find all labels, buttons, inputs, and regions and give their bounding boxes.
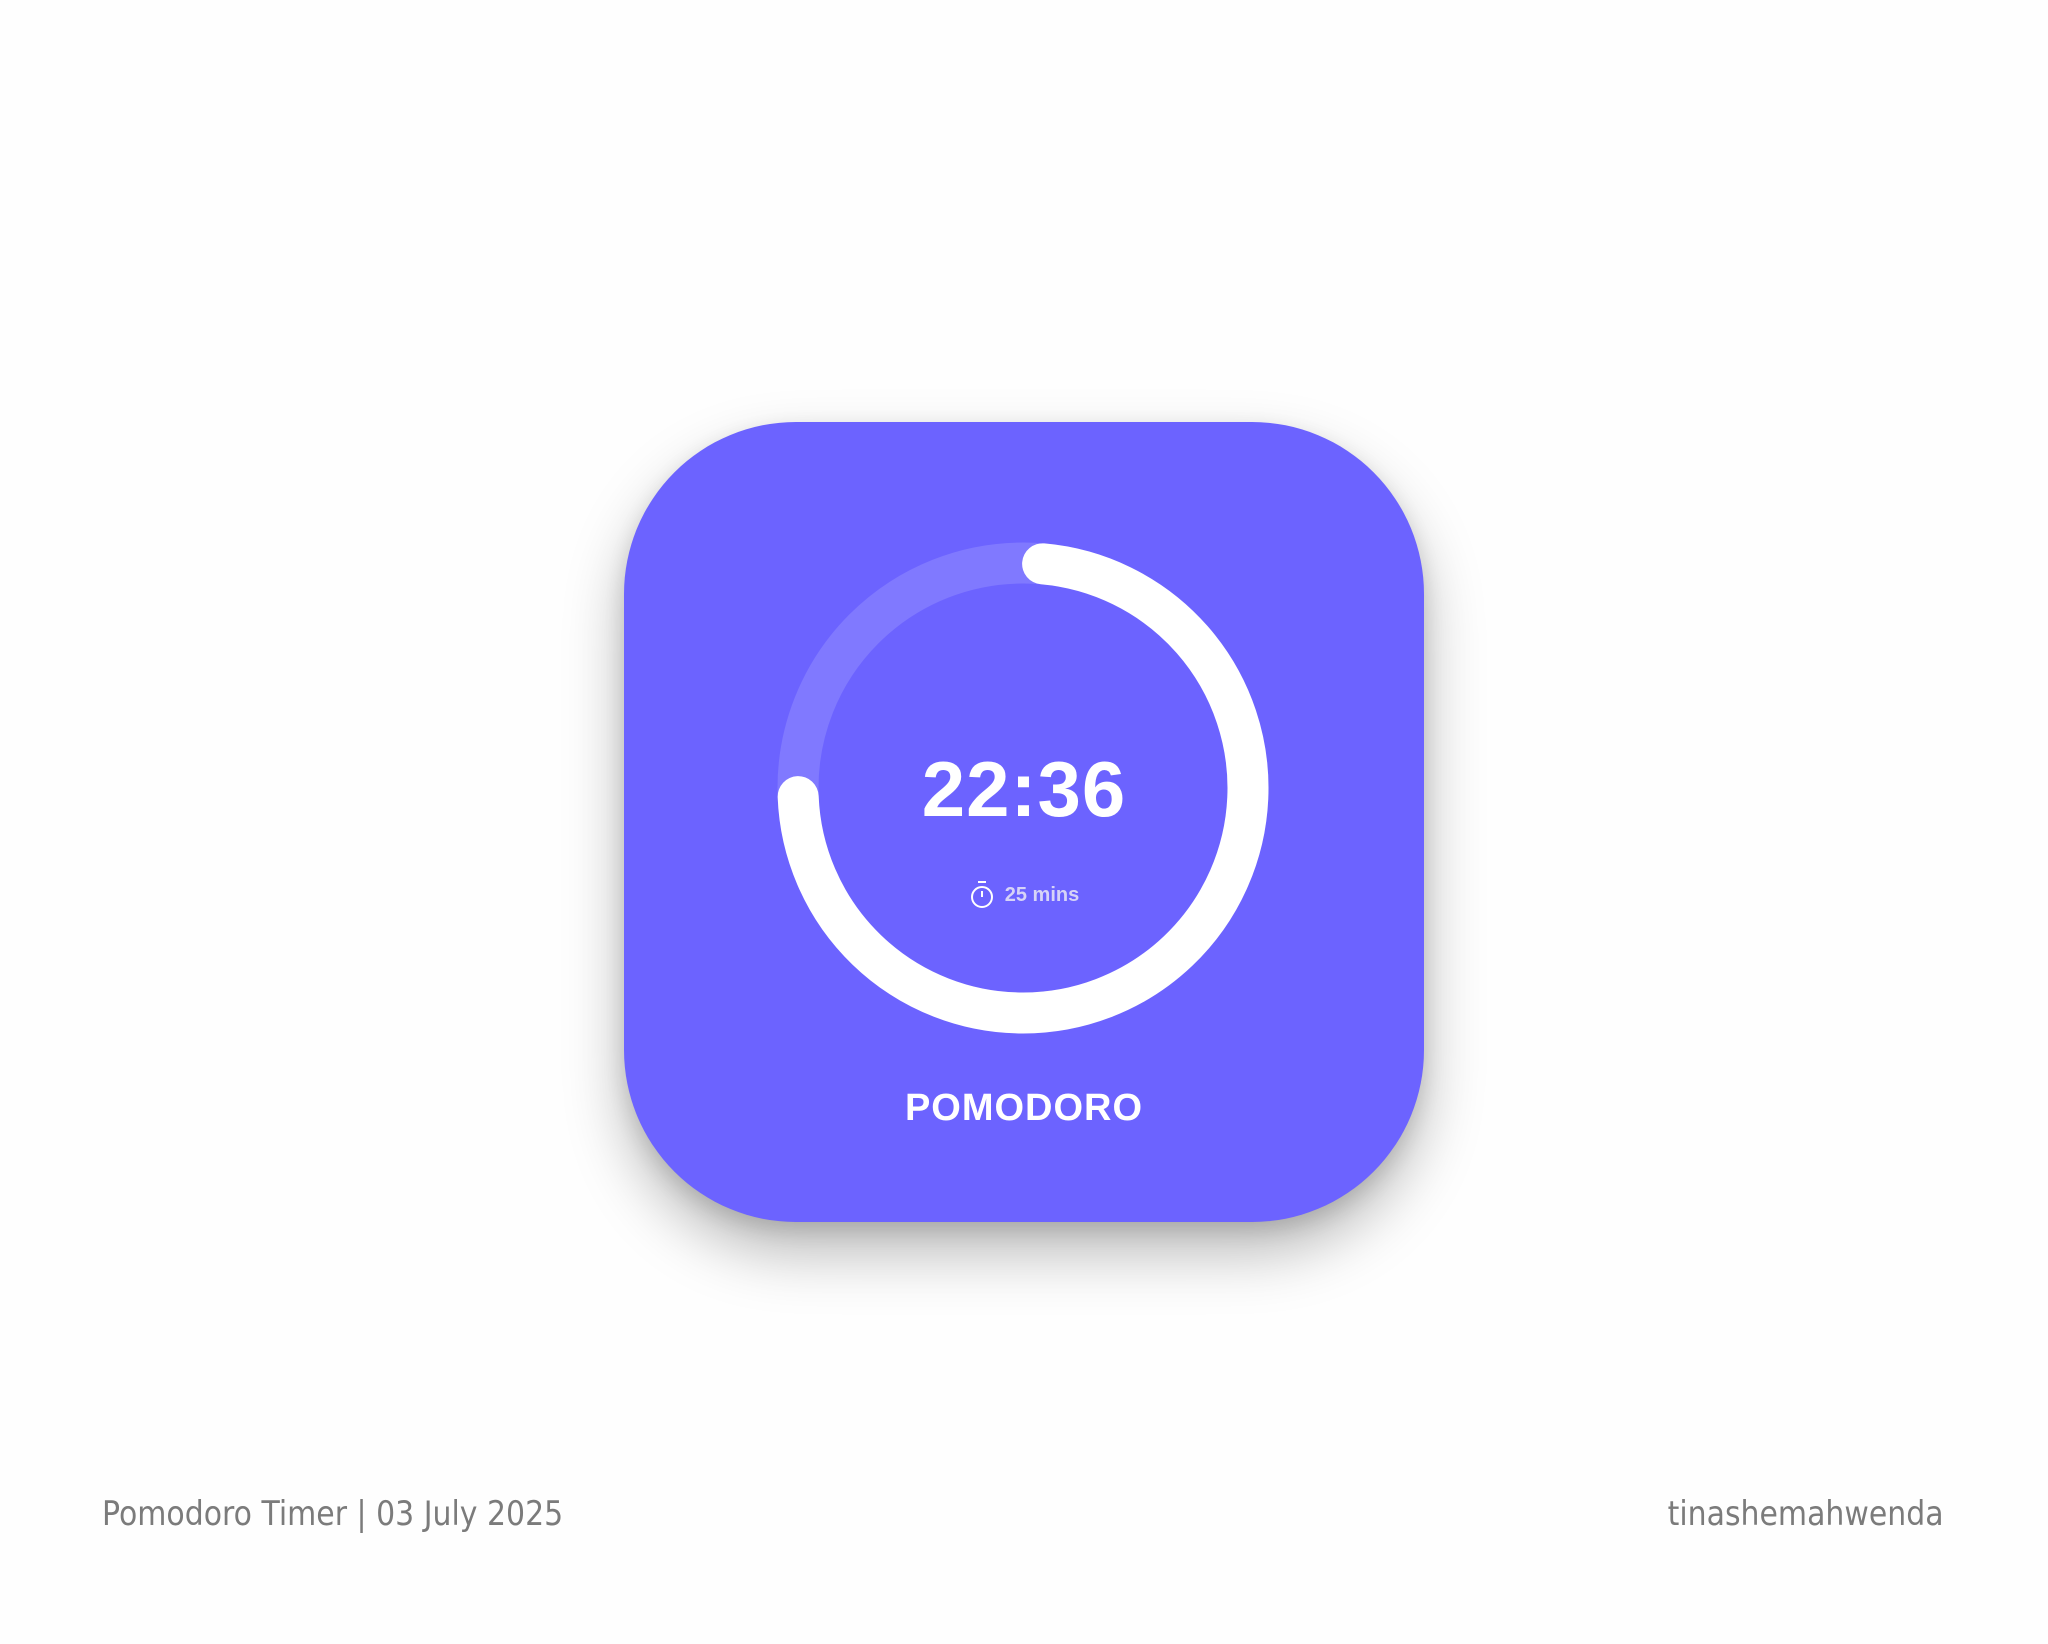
duration-label: 25 mins [1004,883,1080,906]
footer-title: Pomodoro Timer | 03 July 2025 [102,1494,564,1534]
stopwatch-icon [970,881,993,908]
pomodoro-timer-card: 22:36 25 mins POMODORO [624,422,1424,1222]
duration-row: 25 mins [624,880,1424,910]
footer-author: tinashemahwenda [1668,1494,1944,1534]
mode-label: POMODORO [904,1087,1144,1129]
time-remaining: 22:36 [921,745,1127,833]
